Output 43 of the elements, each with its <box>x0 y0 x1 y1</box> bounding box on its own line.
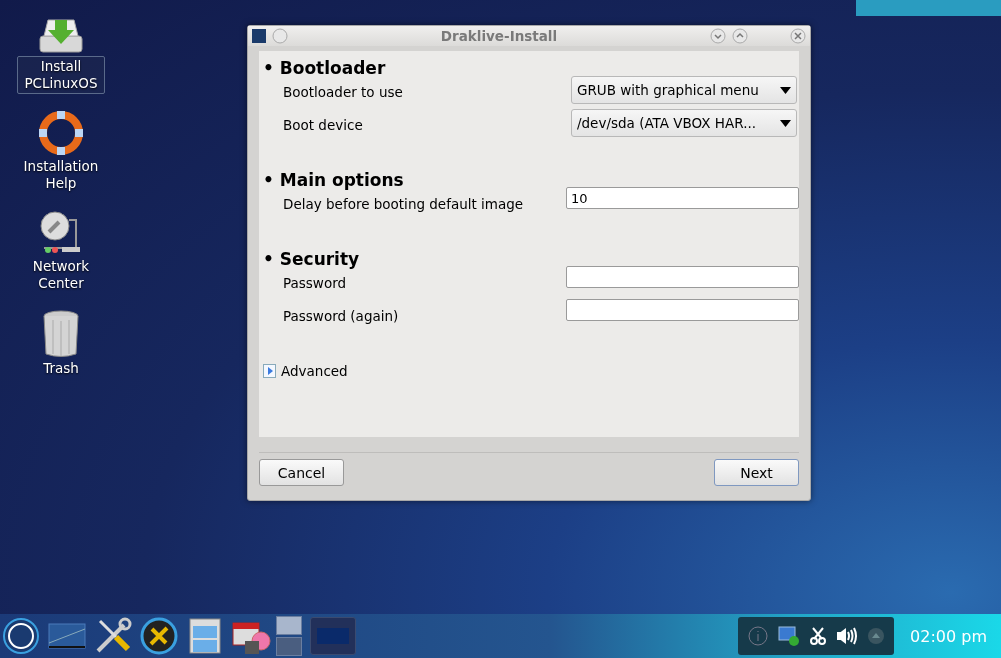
minimize-button[interactable] <box>710 28 726 44</box>
expand-tray-icon[interactable] <box>868 628 885 644</box>
dialog-button[interactable]: Cancel <box>259 459 344 486</box>
caret-icon <box>780 119 791 127</box>
input-field[interactable] <box>566 299 799 321</box>
field-label: Boot device <box>283 117 363 133</box>
field-label: Delay before booting default image <box>283 196 524 212</box>
desktop-icon-label[interactable]: Install PCLinuxOS <box>17 56 105 94</box>
caret-icon <box>780 86 791 94</box>
lifebuoy-icon <box>38 110 84 156</box>
dialog-button[interactable]: Next <box>714 459 799 486</box>
file-cabinet-icon[interactable] <box>188 617 222 655</box>
volume-icon[interactable] <box>836 627 859 645</box>
desktop-icon-label[interactable]: Network Center <box>17 256 105 294</box>
window-thumbnail-icon <box>317 628 349 644</box>
scissors-icon[interactable] <box>810 627 827 645</box>
window-title: Draklive-Install <box>439 28 559 44</box>
show-desktop-icon[interactable] <box>48 621 86 651</box>
monitor-check-icon[interactable] <box>778 626 801 646</box>
field-label: Bootloader to use <box>283 84 403 100</box>
input-field[interactable] <box>566 266 799 288</box>
drive-download-icon <box>38 16 84 56</box>
expand-icon[interactable] <box>263 364 276 378</box>
maximize-button[interactable] <box>732 28 748 44</box>
info-icon[interactable] <box>748 626 769 646</box>
dropdown[interactable]: GRUB with graphical menu <box>571 76 797 104</box>
close-button[interactable] <box>790 28 806 44</box>
field-label: Password <box>283 275 347 291</box>
menu-logo-icon[interactable] <box>3 618 39 654</box>
section-heading: • Bootloader <box>263 58 387 78</box>
input-field[interactable]: 10 <box>566 187 799 209</box>
desktop-icon-label[interactable]: Trash <box>17 358 105 379</box>
trash-icon <box>41 310 81 358</box>
section-heading: • Security <box>263 249 361 269</box>
desktop-pager-button[interactable] <box>276 616 302 635</box>
field-label: Password (again) <box>283 308 399 324</box>
desktop-icon-label[interactable]: Installation Help <box>17 156 105 194</box>
wrench-screwdriver-icon[interactable] <box>94 617 132 655</box>
clock: 02:00 pm <box>909 626 988 646</box>
expander-label[interactable]: Advanced <box>281 363 348 379</box>
section-heading: • Main options <box>263 170 405 190</box>
dropdown[interactable]: /dev/sda (ATA VBOX HAR... <box>571 109 797 137</box>
app-icon <box>252 29 266 43</box>
